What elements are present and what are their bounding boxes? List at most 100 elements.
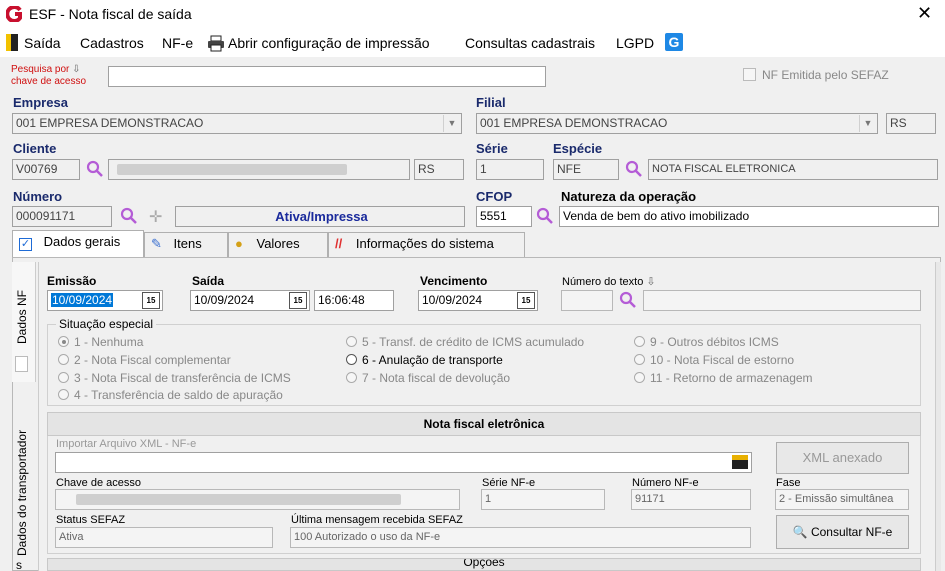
empresa-label: Empresa xyxy=(13,95,68,110)
cfop-field[interactable]: 5551 xyxy=(476,206,532,227)
cliente-name xyxy=(108,159,410,180)
radio-transferencia-icms[interactable]: 3 - Nota Fiscal de transferência de ICMS xyxy=(58,371,291,385)
import-xml-field[interactable] xyxy=(55,452,752,473)
radio-complementar[interactable]: 2 - Nota Fiscal complementar xyxy=(58,353,231,367)
search-icon[interactable] xyxy=(86,160,104,178)
tab-label: Dados gerais xyxy=(43,234,121,249)
especie-code[interactable]: NFE xyxy=(553,159,619,180)
tab-informacoes[interactable]: // Informações do sistema xyxy=(328,232,525,257)
menu-bar: Saída Cadastros NF-e Abrir configuração … xyxy=(0,30,945,57)
vencimento-label: Vencimento xyxy=(420,274,488,288)
chave-acesso-field[interactable] xyxy=(55,489,460,510)
filial-uf: RS xyxy=(886,113,936,134)
cliente-label: Cliente xyxy=(13,141,57,156)
coins-icon: ● xyxy=(235,236,243,251)
serie-nfe-field[interactable]: 1 xyxy=(481,489,605,510)
panel-scrollbar[interactable] xyxy=(935,262,941,571)
calendar-icon[interactable]: 15 xyxy=(517,292,535,309)
serie-nfe-label: Série NF-e xyxy=(482,477,536,489)
saida-hora-field[interactable]: 16:06:48 xyxy=(314,290,394,311)
numero-nfe-field[interactable]: 91171 xyxy=(631,489,751,510)
tab-dados-gerais[interactable]: ✓ Dados gerais xyxy=(12,230,144,257)
consultar-nfe-button[interactable]: 🔍 Consultar NF-e xyxy=(776,515,909,549)
xml-anexado-button[interactable]: XML anexado xyxy=(776,442,909,474)
empresa-select[interactable]: 001 EMPRESA DEMONSTRACAO ▼ xyxy=(12,113,462,134)
menu-exit[interactable]: Saída xyxy=(24,35,61,51)
numero-texto-label: Número do texto ⇩ xyxy=(562,276,656,288)
check-icon: ✓ xyxy=(19,238,32,251)
chave-acesso-label: Chave de acesso xyxy=(56,477,141,489)
filial-label: Filial xyxy=(476,95,506,110)
search-icon[interactable] xyxy=(625,160,643,178)
tab-label: Valores xyxy=(256,236,300,251)
calendar-icon[interactable]: 15 xyxy=(289,292,307,309)
filial-value: 001 EMPRESA DEMONSTRACAO xyxy=(480,116,668,130)
mensagem-sefaz-label: Última mensagem recebida SEFAZ xyxy=(291,514,463,526)
tab-itens[interactable]: ✎ Itens xyxy=(144,232,228,257)
tab-label: Informações do sistema xyxy=(355,236,494,251)
tab-valores[interactable]: ● Valores xyxy=(228,232,328,257)
radio-transf-credito[interactable]: 5 - Transf. de crédito de ICMS acumulado xyxy=(346,335,584,349)
import-xml-label: Importar Arquivo XML - NF-e xyxy=(56,438,197,450)
folder-icon[interactable] xyxy=(732,455,748,469)
side-tab-dados-nf-label: Dados NF xyxy=(15,289,29,344)
menu-nfe[interactable]: NF-e xyxy=(162,35,193,51)
status-sefaz-field[interactable]: Ativa xyxy=(55,527,273,548)
situacao-label: Situação especial xyxy=(56,317,157,331)
natureza-field[interactable]: Venda de bem do ativo imobilizado xyxy=(559,206,939,227)
emissao-field[interactable]: 10/09/2024 15 xyxy=(47,290,163,311)
vencimento-field[interactable]: 10/09/2024 15 xyxy=(418,290,538,311)
radio-outros-debitos[interactable]: 9 - Outros débitos ICMS xyxy=(634,335,779,349)
sefaz-checkbox[interactable] xyxy=(743,68,756,81)
numero-texto-field[interactable] xyxy=(561,290,613,311)
radio-nenhuma[interactable]: 1 - Nenhuma xyxy=(58,335,143,349)
radio-estorno[interactable]: 10 - Nota Fiscal de estorno xyxy=(634,353,794,367)
saida-field[interactable]: 10/09/2024 15 xyxy=(190,290,310,311)
empresa-value: 001 EMPRESA DEMONSTRACAO xyxy=(16,116,204,130)
texto-description xyxy=(643,290,921,311)
serie-field[interactable]: 1 xyxy=(476,159,544,180)
especie-description: NOTA FISCAL ELETRONICA xyxy=(648,159,938,180)
nfe-section-header: Nota fiscal eletrônica xyxy=(47,412,921,436)
exit-icon xyxy=(6,34,18,51)
title-bar: ESF - Nota fiscal de saída ✕ xyxy=(0,0,945,30)
chevron-down-icon[interactable]: ▼ xyxy=(443,115,460,132)
app-logo-icon xyxy=(6,6,22,22)
calendar-icon[interactable]: 15 xyxy=(142,292,160,309)
radio-transferencia-saldo[interactable]: 4 - Transferência de saldo de apuração xyxy=(58,388,283,402)
radio-retorno-armazenagem[interactable]: 11 - Retorno de armazenagem xyxy=(634,371,813,385)
menu-queries[interactable]: Consultas cadastrais xyxy=(465,35,595,51)
search-icon[interactable] xyxy=(536,207,554,225)
mensagem-sefaz-field[interactable]: 100 Autorizado o uso da NF-e xyxy=(290,527,751,548)
radio-devolucao[interactable]: 7 - Nota fiscal de devolução xyxy=(346,371,510,385)
search-icon[interactable] xyxy=(120,207,138,225)
cliente-uf: RS xyxy=(414,159,464,180)
sefaz-checkbox-label: NF Emitida pelo SEFAZ xyxy=(762,68,889,82)
chevron-down-icon[interactable]: ▼ xyxy=(859,115,876,132)
side-tab-transportador-label[interactable]: Dados do transportador xyxy=(15,430,29,556)
printer-icon xyxy=(208,35,224,52)
search-label: Pesquisa por ⇩ chave de acesso xyxy=(11,64,87,87)
info-icon: // xyxy=(335,236,343,251)
cfop-label: CFOP xyxy=(476,189,513,204)
consult-icon: 🔍 xyxy=(792,525,808,539)
menu-registrations[interactable]: Cadastros xyxy=(80,35,144,51)
close-icon[interactable]: ✕ xyxy=(917,3,932,24)
numero-nfe-label: Número NF-e xyxy=(632,477,699,489)
natureza-label: Natureza da operação xyxy=(561,189,697,204)
search-icon[interactable] xyxy=(619,291,637,309)
side-tab-partial-label: s xyxy=(16,558,22,571)
numero-field[interactable]: 000091171 xyxy=(12,206,112,227)
radio-anulacao-transporte[interactable]: 6 - Anulação de transporte xyxy=(346,353,503,367)
fase-label: Fase xyxy=(776,477,801,489)
fase-field[interactable]: 2 - Emissão simultânea xyxy=(775,489,909,510)
emissao-label: Emissão xyxy=(47,274,97,288)
cliente-code[interactable]: V00769 xyxy=(12,159,80,180)
status-badge: Ativa/Impressa xyxy=(175,206,465,227)
add-icon[interactable]: ✛ xyxy=(149,207,162,227)
menu-lgpd[interactable]: LGPD xyxy=(616,35,654,51)
lgpd-icon[interactable]: G xyxy=(665,33,683,51)
filial-select[interactable]: 001 EMPRESA DEMONSTRACAO ▼ xyxy=(476,113,878,134)
search-input[interactable] xyxy=(108,66,546,87)
menu-print-config[interactable]: Abrir configuração de impressão xyxy=(228,35,430,51)
